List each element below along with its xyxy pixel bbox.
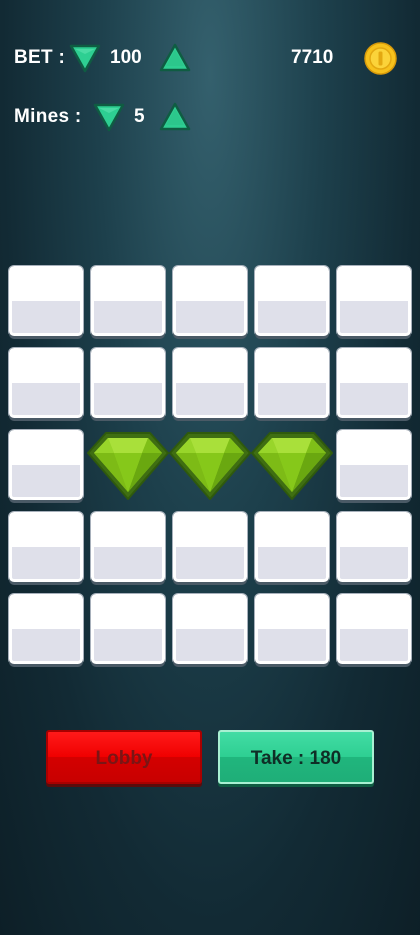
lobby-button[interactable]: Lobby (46, 730, 202, 784)
green-gem-icon (169, 432, 251, 500)
hidden-tile[interactable] (9, 348, 83, 418)
take-button[interactable]: Take : 180 (218, 730, 374, 784)
hidden-tile[interactable] (9, 430, 83, 500)
hidden-tile[interactable] (173, 348, 247, 418)
hidden-tile[interactable] (91, 512, 165, 582)
gold-coin-icon (364, 42, 397, 75)
hidden-tile[interactable] (9, 512, 83, 582)
bet-row: BET : 100 7710 (0, 38, 420, 78)
bet-decrease-button[interactable] (68, 42, 102, 74)
mines-row: Mines : 5 (0, 97, 420, 137)
green-gem-icon (87, 432, 169, 500)
triangle-up-icon (159, 102, 191, 131)
mines-label: Mines : (14, 106, 82, 127)
hidden-tile[interactable] (337, 266, 411, 336)
hidden-tile[interactable] (255, 266, 329, 336)
triangle-down-icon (69, 44, 101, 73)
hidden-tile[interactable] (173, 594, 247, 664)
mines-decrease-button[interactable] (92, 101, 126, 133)
balance-value: 7710 (291, 47, 334, 68)
revealed-gem-tile (87, 430, 169, 500)
hidden-tile[interactable] (255, 594, 329, 664)
hidden-tile[interactable] (173, 512, 247, 582)
bet-label: BET : (14, 47, 66, 68)
hidden-tile[interactable] (9, 594, 83, 664)
bet-increase-button[interactable] (158, 42, 192, 74)
hidden-tile[interactable] (91, 348, 165, 418)
hidden-tile[interactable] (91, 266, 165, 336)
green-gem-icon (251, 432, 333, 500)
hidden-tile[interactable] (337, 512, 411, 582)
triangle-up-icon (159, 43, 191, 72)
hidden-tile[interactable] (91, 594, 165, 664)
bet-value: 100 (110, 47, 142, 68)
revealed-gem-tile (251, 430, 333, 500)
mines-board (9, 266, 411, 666)
revealed-gem-tile (169, 430, 251, 500)
hidden-tile[interactable] (9, 266, 83, 336)
hidden-tile[interactable] (255, 348, 329, 418)
hidden-tile[interactable] (337, 348, 411, 418)
hidden-tile[interactable] (337, 594, 411, 664)
hidden-tile[interactable] (337, 430, 411, 500)
triangle-down-icon (93, 103, 125, 132)
mines-value: 5 (134, 106, 145, 127)
hidden-tile[interactable] (255, 512, 329, 582)
hidden-tile[interactable] (173, 266, 247, 336)
mines-increase-button[interactable] (158, 101, 192, 133)
